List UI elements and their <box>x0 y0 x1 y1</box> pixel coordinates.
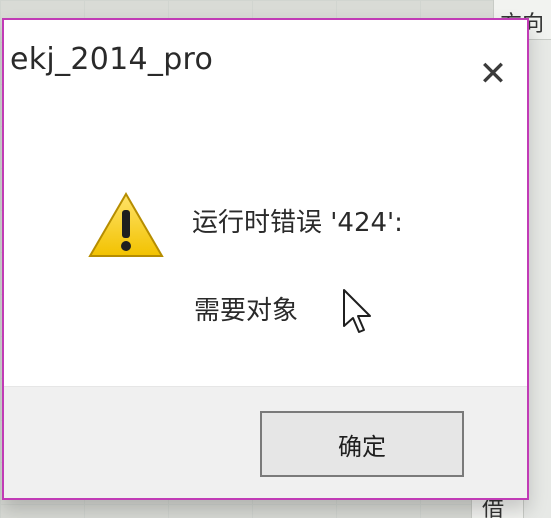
runtime-error-dialog: ekj_2014_pro ✕ 运行时错误 '424': 需要对象 确定 <box>2 18 529 500</box>
mouse-cursor-icon <box>343 289 371 333</box>
error-message-line-2: 需要对象 <box>194 296 299 326</box>
dialog-footer: 确定 <box>4 386 527 498</box>
dialog-content: 运行时错误 '424': 需要对象 <box>4 90 527 390</box>
dialog-title: ekj_2014_pro <box>10 42 214 77</box>
close-icon: ✕ <box>478 54 508 94</box>
dialog-title-bar: ekj_2014_pro ✕ <box>4 20 527 94</box>
ok-button-label: 确定 <box>338 432 386 461</box>
warning-icon <box>88 192 164 257</box>
ok-button[interactable]: 确定 <box>260 411 464 477</box>
error-message-line-1: 运行时错误 '424': <box>192 208 403 238</box>
